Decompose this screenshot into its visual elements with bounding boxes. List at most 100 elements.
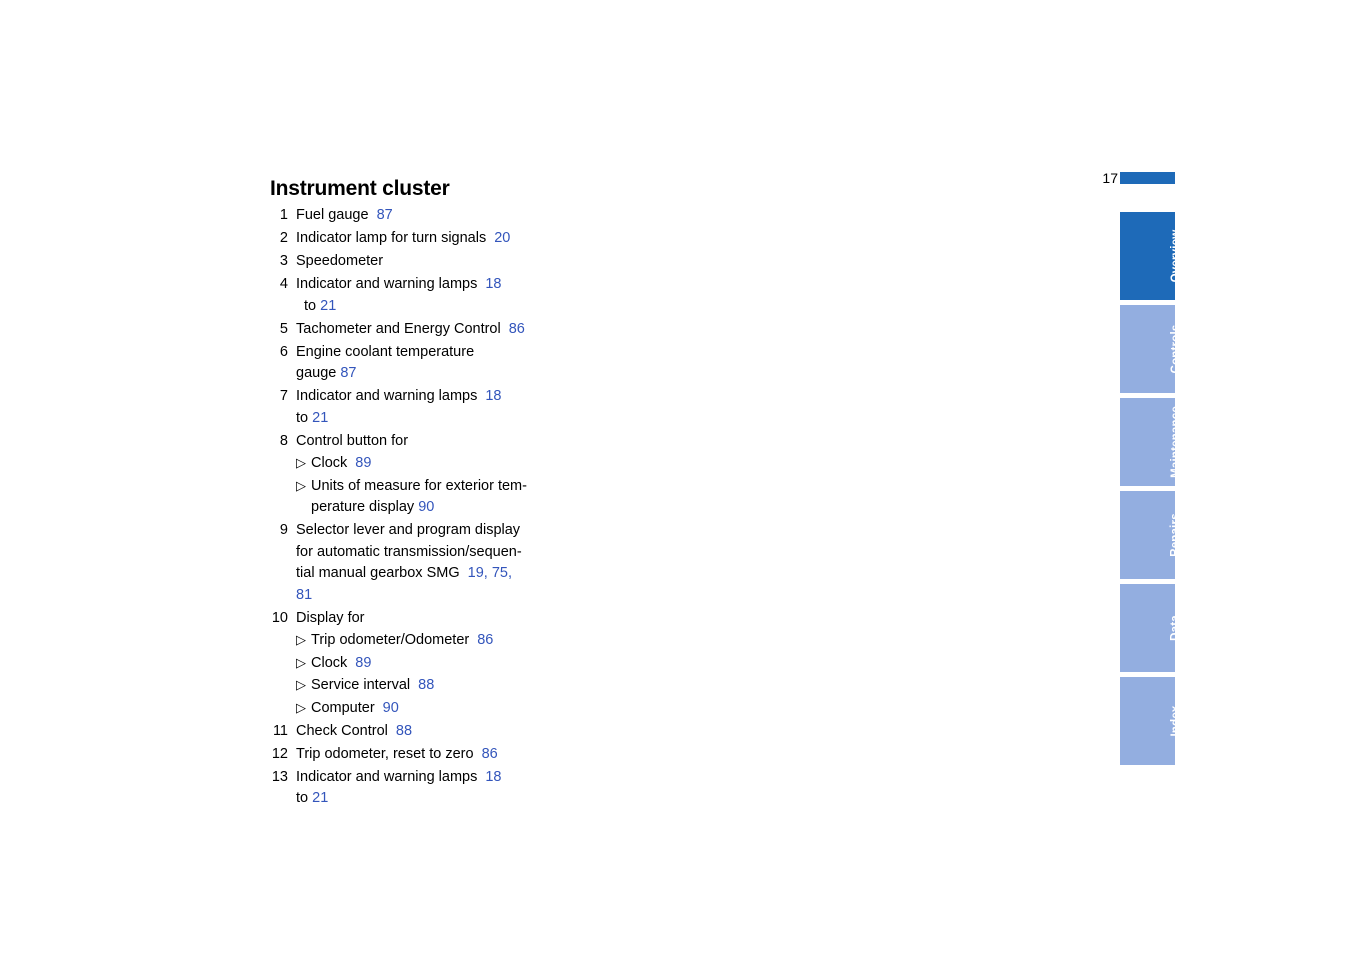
page-reference[interactable]: 18 (485, 388, 501, 404)
legend-item-continuation: to 21 (296, 409, 329, 426)
page-reference[interactable]: 90 (418, 499, 434, 515)
legend-item-label: Display for (296, 609, 365, 626)
legend-item-label: Selector lever and program display (296, 522, 521, 538)
legend-subitem-label: Computer (311, 699, 375, 716)
thumb-tab-label: Index (1170, 705, 1182, 737)
legend-subitem: ▷ Service interval 88 (296, 674, 600, 697)
legend-item: 7 Indicator and warning lamps 18 to 21 (270, 386, 600, 429)
legend-item: 11 Check Control 88 (270, 721, 600, 743)
page-reference[interactable]: 86 (482, 746, 498, 762)
legend-item: 13 Indicator and warning lamps 18 to 21 (270, 767, 600, 810)
legend-item-continuation: to 21 (304, 297, 337, 314)
page-reference[interactable]: 87 (377, 207, 393, 223)
legend-item-continuation: gauge 87 (296, 365, 357, 381)
legend-subitem: ▷ Clock 89 (296, 452, 600, 475)
legend-item-body: Indicator lamp for turn signals 20 (296, 228, 600, 250)
legend-item-number: 12 (271, 745, 288, 762)
legend-subitem-continuation: perature display 90 (311, 499, 435, 515)
thumb-tab-maintenance[interactable]: Maintenance (1120, 398, 1182, 486)
page-reference[interactable]: 21 (312, 410, 328, 426)
legend-item: 4 Indicator and warning lamps 18 to 21 (270, 274, 600, 317)
thumb-index-tabs: Overview Controls Maintenance Repairs Data In… (1120, 212, 1182, 770)
legend-item: 5 Tachometer and Energy Control 86 (270, 319, 600, 341)
legend-item-label: Tachometer and Energy Control 86 (296, 320, 525, 337)
legend-item-number: 1 (279, 207, 288, 223)
page-reference[interactable]: 87 (340, 365, 356, 381)
legend-item: 3 Speedometer (270, 251, 600, 273)
legend-item-number: 6 (279, 343, 288, 360)
instrument-cluster-legend-list: 1 Fuel gauge 87 2 Indicator lamp for turn si… (270, 205, 600, 810)
triangle-bullet-icon: ▷ (296, 699, 306, 715)
triangle-bullet-icon: ▷ (296, 677, 306, 692)
legend-item-number: 13 (271, 768, 288, 785)
page-reference[interactable]: 20 (494, 230, 510, 246)
legend-item-number: 4 (279, 276, 288, 292)
legend-item-body: Tachometer and Energy Control 86 (296, 319, 600, 341)
legend-item: 6 Engine coolant temperature gauge 87 (270, 342, 600, 385)
legend-item-body: Check Control 88 (296, 721, 600, 743)
page-reference[interactable]: 19, 75, (468, 565, 512, 581)
page-reference[interactable]: 18 (485, 769, 501, 785)
page-reference[interactable]: 18 (485, 276, 501, 292)
legend-subitem-label: Service interval (311, 677, 411, 693)
legend-item-number: 5 (279, 320, 288, 337)
legend-item-number: 9 (279, 522, 288, 538)
legend-subitem: ▷ Trip odometer/Odometer 86 (296, 629, 600, 652)
page-reference[interactable]: 21 (312, 790, 328, 806)
legend-item-body: Control button for ▷ Clock 89 ▷ Units of meas… (296, 431, 600, 519)
legend-item-continuation: to 21 (296, 790, 329, 806)
legend-item-body: Display for ▷ Trip odometer/Odometer 86 ▷ Clo… (296, 608, 600, 720)
legend-item-label: Control button for (296, 432, 409, 449)
triangle-bullet-icon: ▷ (296, 455, 306, 470)
page-reference[interactable]: 86 (477, 632, 493, 648)
page-reference[interactable]: 88 (418, 677, 434, 693)
thumb-tab-label: Maintenance (1170, 406, 1182, 478)
legend-subitem: ▷ Computer 90 (296, 697, 600, 720)
legend-item-number: 10 (271, 609, 288, 626)
page-reference[interactable]: 89 (355, 455, 371, 471)
legend-item-label: Indicator lamp for turn signals 20 (296, 230, 511, 246)
legend-item-continuation: 81 (296, 585, 600, 607)
page-reference[interactable]: 21 (320, 298, 336, 314)
page-accent-bar (1120, 172, 1175, 184)
page-number: 17 (1102, 170, 1118, 186)
legend-item-body: Indicator and warning lamps 18 to 21 (296, 767, 600, 810)
page-title: Instrument cluster (270, 177, 450, 201)
legend-subitem-label: Trip odometer/Odometer (311, 632, 470, 648)
page-reference[interactable]: 88 (396, 723, 412, 739)
legend-item-body: Indicator and warning lamps 18 to 21 (296, 386, 600, 429)
legend-subitem-label: Clock (311, 455, 348, 471)
thumb-tab-repairs[interactable]: Repairs (1120, 491, 1182, 579)
legend-item: 2 Indicator lamp for turn signals 20 (270, 228, 600, 250)
legend-item-label: Indicator and warning lamps 18 (296, 276, 502, 292)
legend-item-continuation: tial manual gearbox SMG 19, 75, (296, 565, 512, 581)
legend-subitem-label: Clock (311, 654, 348, 671)
legend-item-number: 2 (279, 230, 288, 246)
legend-item-continuation: for automatic transmission/sequen- (296, 543, 522, 560)
legend-item-label: Speedometer (296, 253, 384, 269)
legend-item-number: 8 (279, 432, 288, 449)
legend-subitem: ▷ Units of measure for exterior tem- (296, 475, 600, 498)
page-reference[interactable]: 89 (355, 655, 371, 671)
thumb-tab-data[interactable]: Data (1120, 584, 1182, 672)
legend-item-label: Engine coolant temperature (296, 343, 475, 360)
triangle-bullet-icon: ▷ (296, 632, 306, 647)
page-reference[interactable]: 81 (296, 587, 312, 603)
legend-item-body: Indicator and warning lamps 18 to 21 (296, 274, 600, 317)
legend-item-label: Check Control 88 (296, 722, 413, 739)
legend-item-body: Trip odometer, reset to zero 86 (296, 744, 600, 766)
thumb-tab-label: Data (1170, 615, 1182, 641)
triangle-bullet-icon: ▷ (296, 654, 306, 670)
thumb-tab-overview[interactable]: Overview (1120, 212, 1182, 300)
legend-item-body: Fuel gauge 87 (296, 205, 600, 227)
thumb-tab-index[interactable]: Index (1120, 677, 1182, 765)
legend-item-label: Indicator and warning lamps 18 (296, 768, 502, 785)
legend-item-number: 3 (279, 253, 288, 269)
legend-item-body: Selector lever and program display for au… (296, 520, 600, 606)
page-reference[interactable]: 86 (509, 321, 525, 337)
legend-item-body: Speedometer (296, 251, 600, 273)
thumb-tab-controls[interactable]: Controls (1120, 305, 1182, 393)
thumb-tab-label: Controls (1170, 324, 1182, 374)
page-reference[interactable]: 90 (383, 700, 399, 716)
triangle-bullet-icon: ▷ (296, 477, 306, 493)
